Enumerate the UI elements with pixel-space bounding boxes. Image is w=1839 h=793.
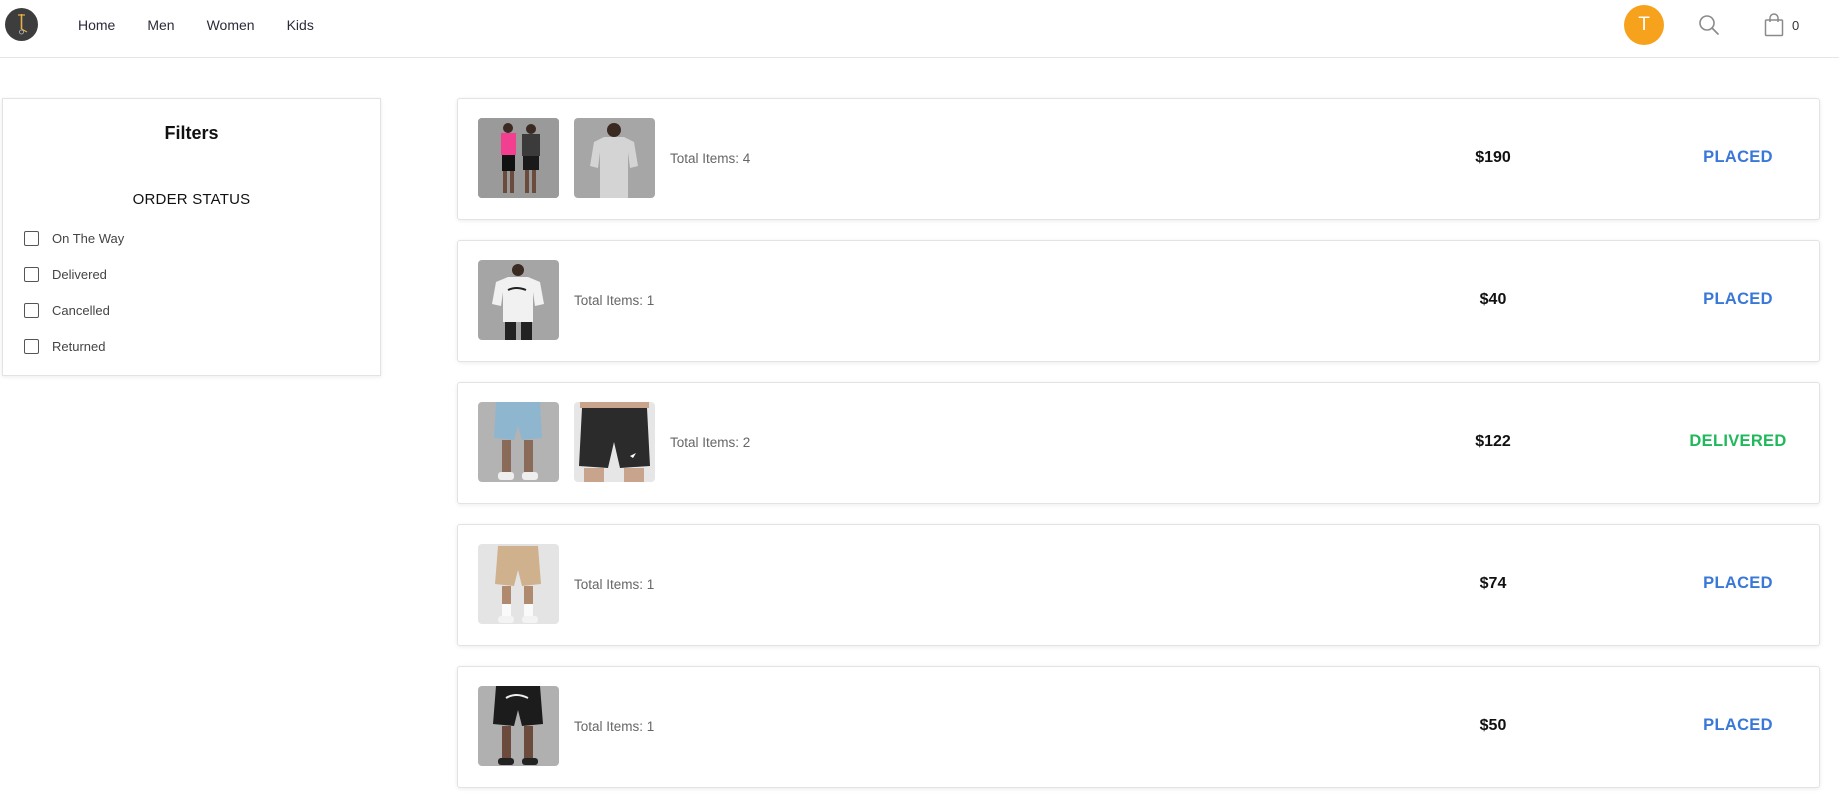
order-price: $190 [1475,149,1511,166]
black-graphic-shorts-image [478,686,559,766]
black-shorts-image [574,402,655,482]
order-status-badge: PLACED [1703,148,1773,166]
filters-title: Filters [164,123,219,143]
order-total-items: Total Items: 1 [574,577,655,592]
filter-option-cancelled[interactable]: Cancelled [24,300,110,320]
search-button[interactable] [1696,12,1722,38]
grey-tshirt-image [574,118,655,198]
checkbox-delivered[interactable] [24,266,39,282]
cart-button[interactable]: 0 [1764,11,1799,39]
search-icon [1699,15,1719,35]
order-price: $40 [1479,291,1507,308]
order-card[interactable]: Total Items: 2 $122 DELIVERED [457,382,1820,504]
checkbox-cancelled[interactable] [24,302,39,318]
filter-option-on-the-way[interactable]: On The Way [24,228,124,248]
main-nav: Home Men Women Kids [78,0,346,50]
nav-link-women[interactable]: Women [207,17,255,33]
checkbox-returned[interactable] [24,338,39,354]
khaki-shorts-image [478,544,559,624]
order-card[interactable]: Total Items: 1 $40 PLACED [457,240,1820,362]
brand-logo-icon[interactable] [5,8,38,41]
filter-label: On The Way [52,230,125,246]
order-status-badge: PLACED [1703,290,1773,308]
shopping-bag-icon [1764,13,1784,37]
order-card[interactable]: Total Items: 4 $190 PLACED [457,98,1820,220]
nav-link-men[interactable]: Men [147,17,174,33]
filter-label: Returned [52,338,106,354]
nav-link-kids[interactable]: Kids [287,17,314,33]
filter-label: Delivered [52,266,107,282]
blue-shorts-image [478,402,559,482]
white-graphic-tshirt-image [478,260,559,340]
order-status-badge: PLACED [1703,574,1773,592]
order-card[interactable]: Total Items: 1 $50 PLACED [457,666,1820,788]
order-total-items: Total Items: 4 [670,151,751,166]
two-models-outfit-image [478,118,559,198]
order-status-badge: PLACED [1703,716,1773,734]
order-total-items: Total Items: 1 [574,719,655,734]
nav-link-home[interactable]: Home [78,17,115,33]
top-navbar: Home Men Women Kids T 0 [0,0,1839,58]
order-price: $50 [1479,717,1507,734]
cart-count: 0 [1792,17,1800,33]
order-total-items: Total Items: 2 [670,435,751,450]
order-card[interactable]: Total Items: 1 $74 PLACED [457,524,1820,646]
filter-option-returned[interactable]: Returned [24,336,105,356]
user-avatar[interactable]: T [1624,5,1664,45]
order-status-heading: ORDER STATUS [132,191,251,208]
order-total-items: Total Items: 1 [574,293,655,308]
checkbox-on-the-way[interactable] [24,230,39,246]
order-price: $122 [1475,433,1511,450]
order-status-badge: DELIVERED [1689,432,1787,450]
filters-panel: Filters ORDER STATUS On The Way Delivere… [2,98,381,376]
filter-label: Cancelled [52,302,110,318]
filter-option-delivered[interactable]: Delivered [24,264,107,284]
order-price: $74 [1479,575,1507,592]
